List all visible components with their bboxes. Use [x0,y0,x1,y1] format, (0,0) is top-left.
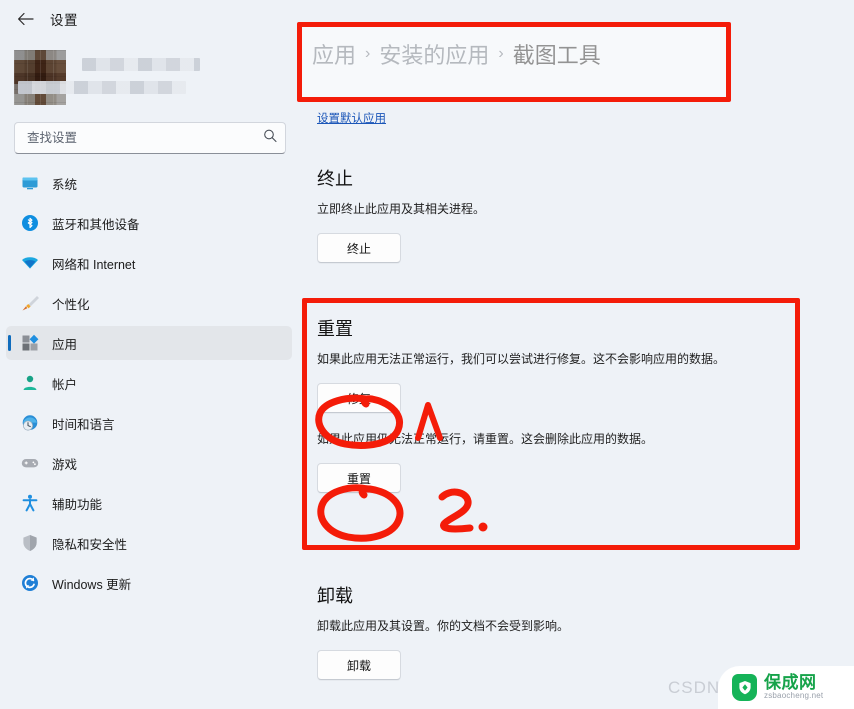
sidebar-item-windows-update[interactable]: Windows 更新 [6,566,292,600]
sidebar-item-label: 系统 [52,177,78,192]
sidebar-item-time-language[interactable]: 时间和语言 [6,406,292,440]
sidebar-item-label: 网络和 Internet [52,257,136,272]
sidebar-item-label: 隐私和安全性 [52,537,128,552]
sidebar-item-accessibility[interactable]: 辅助功能 [6,486,292,520]
sidebar-item-label: 时间和语言 [52,417,115,432]
section-title: 卸载 [317,586,353,606]
csdn-watermark: CSDN [668,678,721,697]
terminate-button[interactable]: 终止 [317,233,401,263]
uninstall-button[interactable]: 卸载 [317,650,401,680]
watermark-texts: 保成网 zsbaocheng.net [764,674,823,700]
sidebar-item-label: 游戏 [52,457,78,472]
accessibility-icon [20,494,39,513]
sidebar-item-label: 个性化 [52,297,90,312]
sidebar-item-label: Windows 更新 [52,577,132,592]
reset-button[interactable]: 重置 [317,463,401,493]
sidebar-item-gaming[interactable]: 游戏 [6,446,292,480]
shield-icon [20,534,39,553]
breadcrumb-current-app: 截图工具 [512,43,601,68]
search-input[interactable] [14,122,286,154]
sidebar-item-label: 帐户 [52,377,78,392]
sidebar-item-label: 应用 [52,337,78,352]
apps-icon [20,334,39,353]
update-refresh-icon [20,574,39,593]
bluetooth-icon [20,214,39,233]
sidebar-item-apps[interactable]: 应用 [6,326,292,360]
person-icon [20,374,39,393]
default-apps-link[interactable]: 设置默认应用 [317,110,386,126]
breadcrumb-separator: › [498,45,504,62]
breadcrumb-apps[interactable]: 应用 [312,38,356,70]
back-button[interactable] [14,8,36,30]
window-title: 设置 [50,13,78,28]
gamepad-icon [20,454,39,473]
paintbrush-icon [20,294,39,313]
site-watermark-badge: 保成网 zsbaocheng.net [718,666,854,709]
breadcrumb: 应用 › 安装的应用 › 截图工具 [312,38,601,70]
wifi-icon [20,254,39,273]
sidebar: 系统 蓝牙和其他设备 [0,38,300,709]
blurred-avatar [14,50,66,105]
shield-logo-icon [732,674,757,701]
main-content: 应用 › 安装的应用 › 截图工具 设置默认应用 终止 立即终止此应用及其相关进… [300,0,854,709]
profile-censored-text [18,58,200,94]
sidebar-item-bluetooth[interactable]: 蓝牙和其他设备 [6,206,292,240]
clock-globe-icon [20,414,39,433]
watermark-brand-url: zsbaocheng.net [764,691,824,701]
user-profile[interactable] [0,40,300,118]
section-description: 立即终止此应用及其相关进程。 [317,202,486,216]
sidebar-item-accounts[interactable]: 帐户 [6,366,292,400]
section-reset: 重置 如果此应用无法正常运行，我们可以尝试进行修复。这不会影响应用的数据。 修复… [317,315,817,493]
blurred-user-name [82,58,200,71]
breadcrumb-installed-apps[interactable]: 安装的应用 [379,38,489,70]
blurred-user-email [18,81,186,94]
sidebar-item-network[interactable]: 网络和 Internet [6,246,292,280]
settings-window: 设置 查找设置 系统 蓝牙和其他设备 网络和 Internet 个性化 应用 帐… [0,0,854,709]
repair-button[interactable]: 修复 [317,383,401,413]
section-description: 卸载此应用及其设置。你的文档不会受到影响。 [317,619,570,633]
sidebar-item-personalization[interactable]: 个性化 [6,286,292,320]
sidebar-item-label: 蓝牙和其他设备 [52,217,140,232]
section-description-secondary: 如果此应用仍无法正常运行，请重置。这会删除此应用的数据。 [317,432,654,446]
sidebar-item-privacy-security[interactable]: 隐私和安全性 [6,526,292,560]
sidebar-nav: 系统 蓝牙和其他设备 网络和 Internet 个性化 应用 帐户 时间和语言 … [0,166,300,600]
section-description: 如果此应用无法正常运行，我们可以尝试进行修复。这不会影响应用的数据。 [317,352,726,366]
section-terminate: 终止 立即终止此应用及其相关进程。 终止 [317,165,817,263]
title-bar: 设置 [0,0,300,38]
sidebar-item-label: 辅助功能 [52,497,103,512]
search-container [14,122,286,154]
breadcrumb-separator: › [365,45,371,62]
sidebar-item-system[interactable]: 系统 [6,166,292,200]
watermark-brand-name: 保成网 [764,673,817,693]
section-title: 重置 [317,319,353,339]
monitor-icon [20,174,39,193]
section-title: 终止 [317,169,353,189]
back-arrow-icon [17,12,34,26]
